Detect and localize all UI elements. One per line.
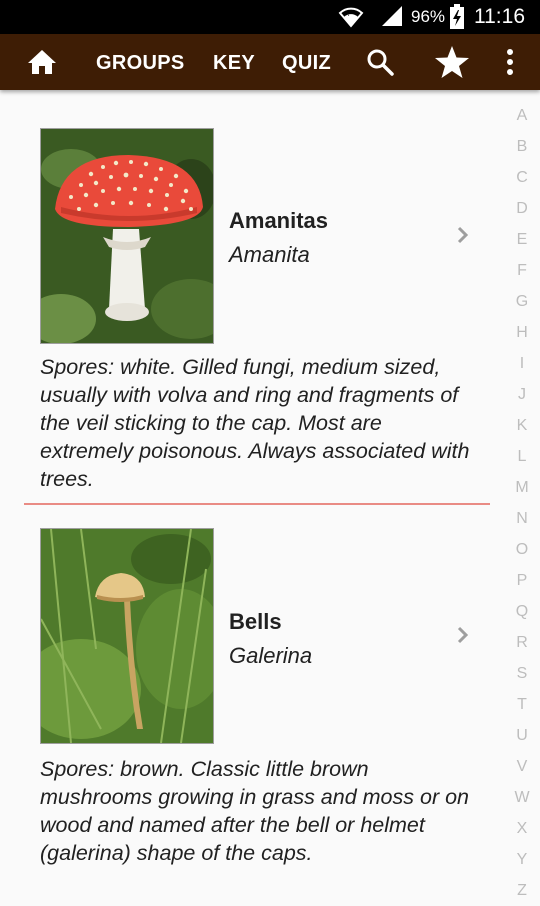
group-latin-name: Amanita [229,242,310,267]
index-letter[interactable]: N [505,503,539,534]
more-vert-icon[interactable] [505,48,515,81]
index-letter[interactable]: H [505,317,539,348]
chevron-right-icon[interactable] [456,626,470,649]
index-letter[interactable]: D [505,193,539,224]
key-tab[interactable]: KEY [213,52,255,75]
group-latin-name: Galerina [229,643,313,668]
index-letter[interactable]: T [505,689,539,720]
group-description: Spores: white. Gilled fungi, medium size… [40,355,470,491]
index-letter[interactable]: J [505,379,539,410]
list-item[interactable]: Amanitas Amanita Spores: white. Gilled f… [24,126,490,496]
index-letter[interactable]: I [505,348,539,379]
clock: 11:16 [474,5,525,28]
status-bar: ? 96% 11:16 [0,0,540,34]
index-letter[interactable]: Y [505,844,539,875]
index-letter[interactable]: E [505,224,539,255]
index-letter[interactable]: K [505,410,539,441]
group-title: Bells [229,609,282,634]
home-icon[interactable] [27,49,57,80]
quiz-tab[interactable]: QUIZ [282,52,331,75]
index-letter[interactable]: O [505,534,539,565]
battery-percent: 96% [411,7,446,26]
alphabet-index[interactable]: ABCDEFGHIJKLMNOPQRSTUVWXYZ [505,100,539,906]
app-bar: GROUPS KEY QUIZ [0,34,540,90]
index-letter[interactable]: U [505,720,539,751]
index-letter[interactable]: R [505,627,539,658]
index-letter[interactable]: L [505,441,539,472]
svg-text:?: ? [347,10,351,18]
group-description: Spores: brown. Classic little brown mush… [40,757,469,865]
index-letter[interactable]: Q [505,596,539,627]
index-letter[interactable]: F [505,255,539,286]
group-title: Amanitas [229,208,329,233]
groups-tab[interactable]: GROUPS [96,52,184,75]
divider [24,503,490,505]
index-letter[interactable]: G [505,286,539,317]
star-icon[interactable] [434,45,470,84]
index-letter[interactable]: V [505,751,539,782]
index-letter[interactable]: C [505,162,539,193]
battery-charging-icon [449,4,465,35]
list-item[interactable]: Bells Galerina Spores: brown. Classic li… [24,527,490,900]
index-letter[interactable]: Z [505,875,539,906]
index-letter[interactable]: M [505,472,539,503]
index-letter[interactable]: S [505,658,539,689]
index-letter[interactable]: P [505,565,539,596]
galerina-photo [40,528,214,744]
index-letter[interactable]: B [505,131,539,162]
signal-icon [380,5,404,32]
index-letter[interactable]: W [505,782,539,813]
chevron-right-icon[interactable] [456,226,470,249]
index-letter[interactable]: A [505,100,539,131]
wifi-icon: ? [338,4,364,33]
search-icon[interactable] [366,48,394,81]
index-letter[interactable]: X [505,813,539,844]
amanita-photo [40,128,214,344]
